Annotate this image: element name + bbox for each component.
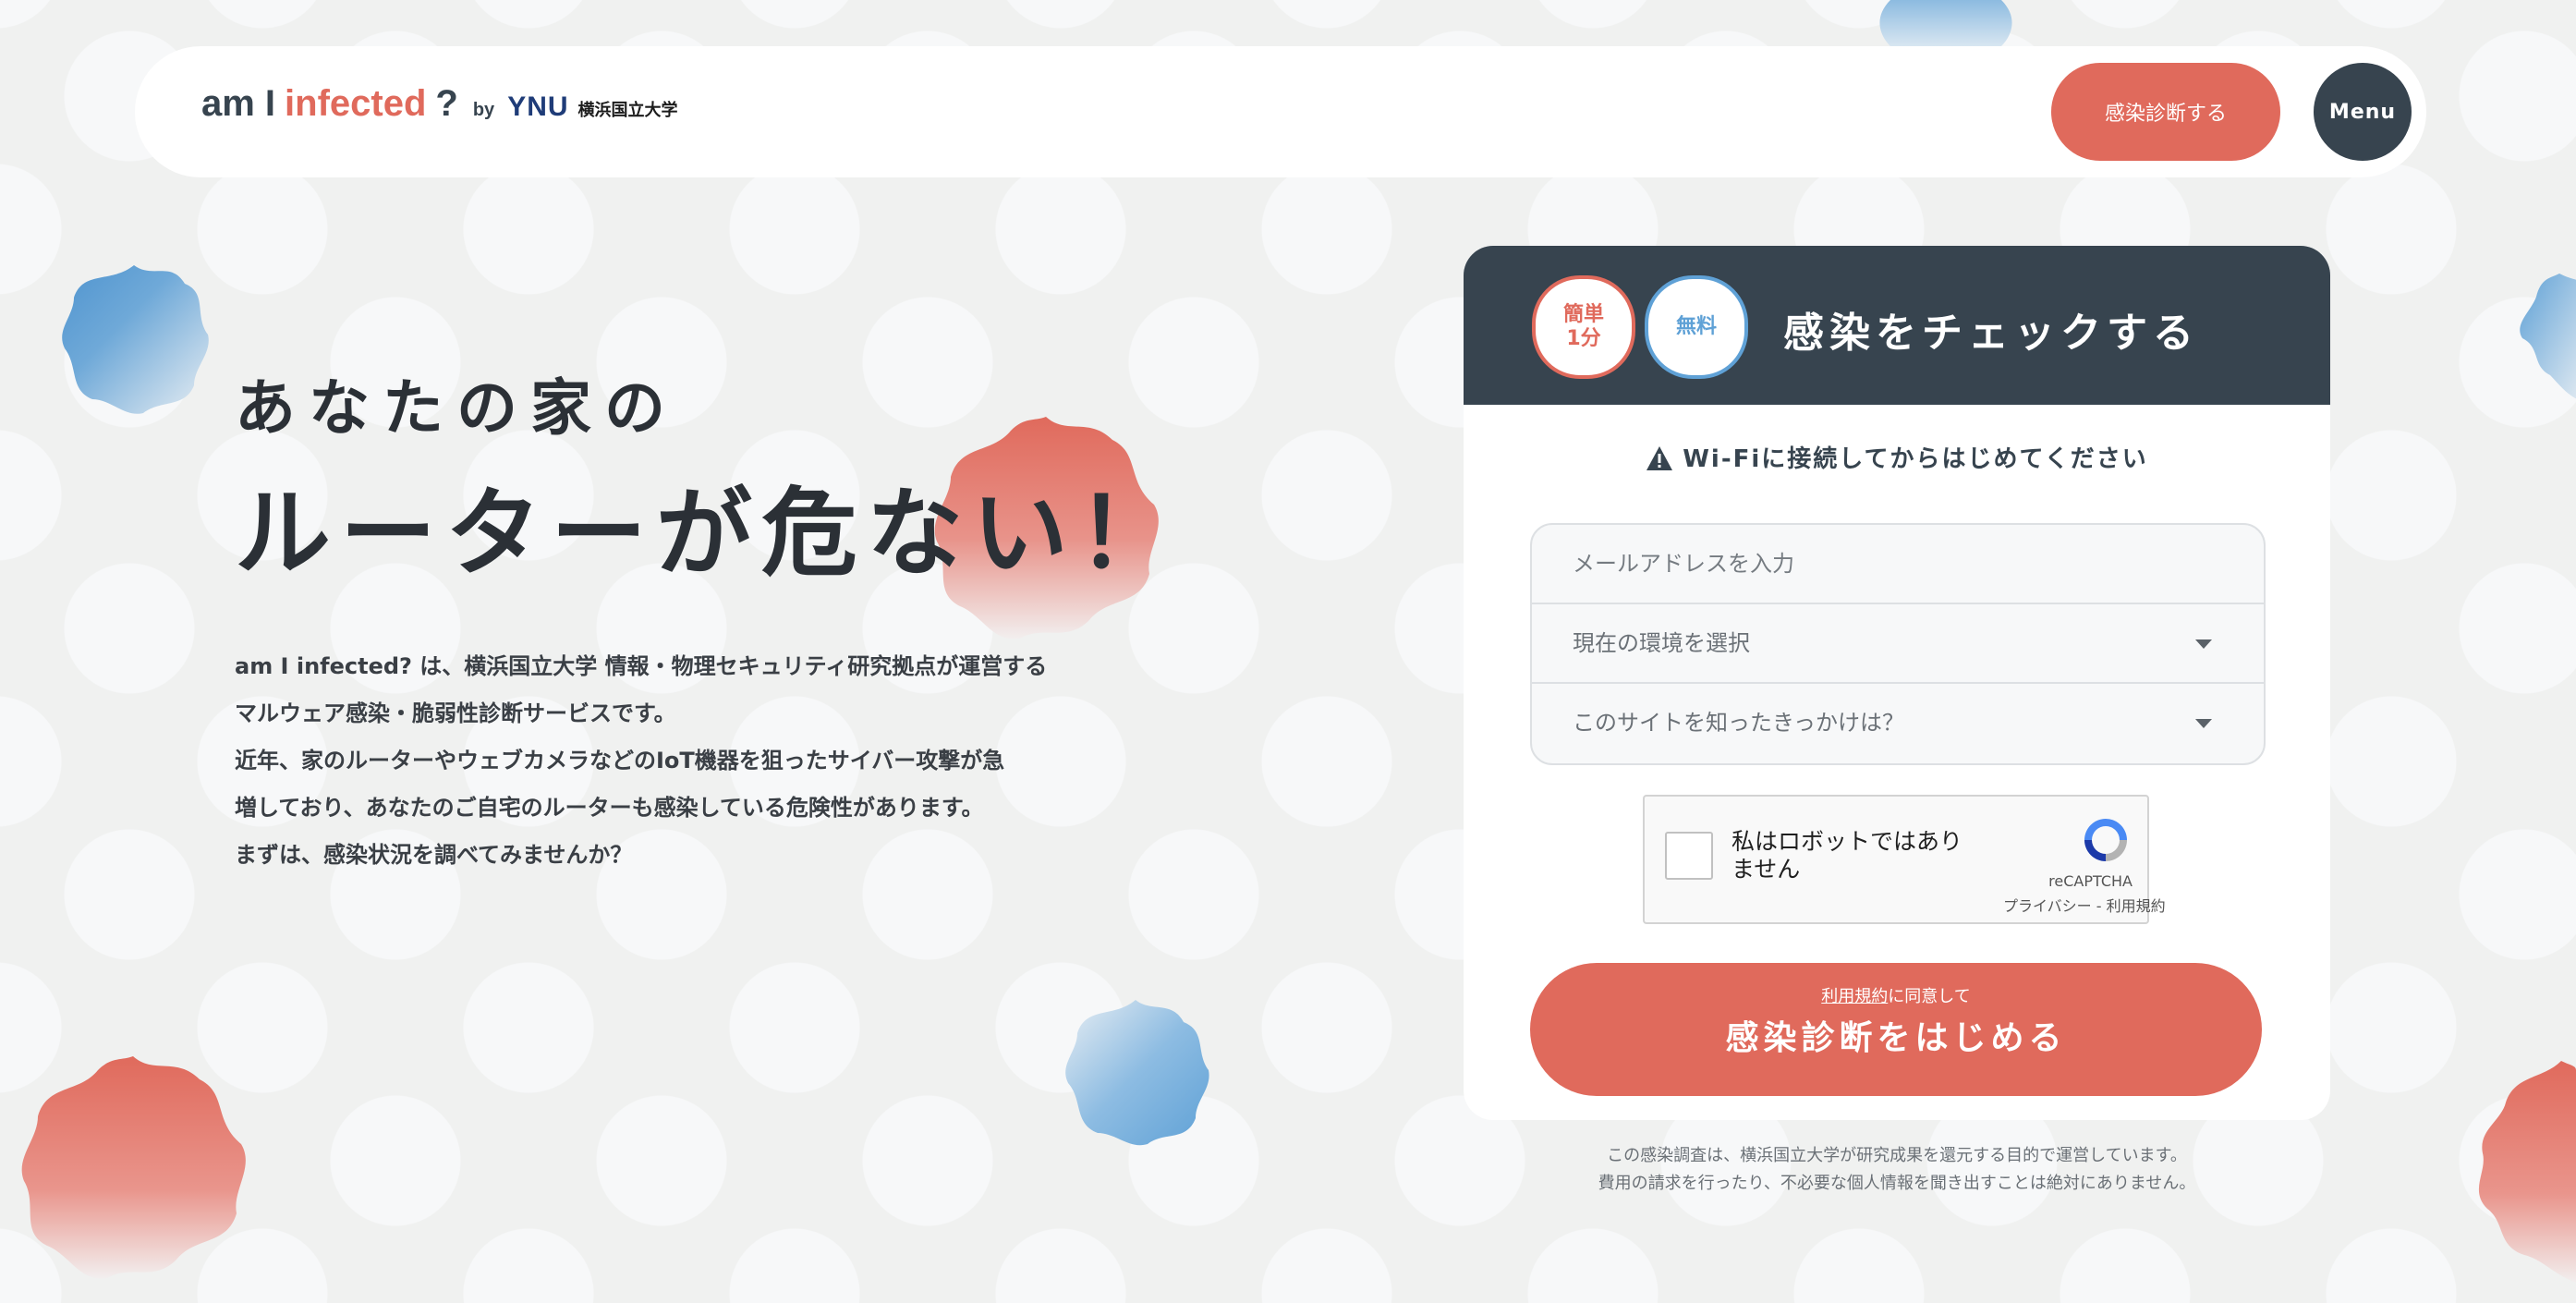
logo-question: ?: [435, 83, 458, 124]
check-card: 簡単 1分 無料 感染をチェックする Wi-Fiに接続してからはじめてください …: [1464, 246, 2330, 1120]
badge-easy-line1: 簡単: [1562, 303, 1604, 326]
logo-by: by: [472, 100, 495, 120]
chevron-down-icon: [2195, 719, 2212, 728]
header-diagnose-button[interactable]: 感染診断する: [2051, 63, 2280, 161]
recaptcha-label: 私はロボットではありません: [1732, 828, 1963, 883]
blob-blue-left: [62, 265, 209, 414]
source-select-value: このサイトを知ったきっかけは？: [1573, 710, 1905, 736]
terms-suffix: に同意して: [1888, 987, 1971, 1006]
blob-red-bottom-left: [21, 1056, 246, 1279]
description-line: am I infected? は、横浜国立大学 情報・物理セキュリティ研究拠点が…: [235, 653, 1048, 679]
university-name: 横浜国立大学: [577, 101, 678, 120]
description-line: マルウェア感染・脆弱性診断サービスです。: [235, 700, 676, 726]
terms-agreement: 利用規約に同意して: [1530, 983, 2262, 1007]
recaptcha-checkbox[interactable]: [1665, 832, 1713, 880]
email-field-row: [1532, 525, 2264, 603]
description-line: 増しており、あなたのご自宅のルーターも感染している危険性があります。: [235, 795, 984, 821]
card-header: 簡単 1分 無料 感染をチェックする: [1464, 246, 2330, 405]
blob-blue-right: [2520, 274, 2576, 399]
recaptcha-links[interactable]: プライバシー - 利用規約: [2003, 894, 2166, 916]
hero-line-1: あなたの家の: [235, 372, 678, 444]
email-input[interactable]: [1573, 525, 2201, 603]
recaptcha-logo: reCAPTCHA プライバシー - 利用規約: [2003, 813, 2166, 916]
environment-select[interactable]: 現在の環境を選択: [1532, 603, 2264, 682]
source-select[interactable]: このサイトを知ったきっかけは？: [1532, 682, 2264, 761]
environment-select-value: 現在の環境を選択: [1573, 630, 1750, 656]
description-line: 近年、家のルーターやウェブカメラなどのIoT機器を狙ったサイバー攻撃が急: [235, 748, 1005, 773]
footer-line: 費用の請求を行ったり、不必要な個人情報を聞き出すことは絶対にありません。: [1598, 1174, 2196, 1193]
recaptcha-widget: 私はロボットではありません reCAPTCHA プライバシー - 利用規約: [1643, 795, 2166, 924]
blob-red-bottom-right: [2478, 1061, 2576, 1283]
badge-free: 無料: [1645, 275, 1748, 379]
chevron-down-icon: [2195, 639, 2212, 649]
wifi-notice: Wi-Fiに接続してからはじめてください: [1464, 440, 2330, 474]
start-diagnosis-label: 感染診断をはじめる: [1725, 1019, 2067, 1057]
badge-easy: 簡単 1分: [1532, 275, 1635, 379]
menu-button[interactable]: Menu: [2314, 63, 2412, 161]
blob-blue-bottom: [1065, 1000, 1209, 1146]
site-header: am I infected ? by YNU 横浜国立大学 感染診断する Men…: [135, 46, 2426, 177]
blob-blue-top: [1879, 0, 2012, 46]
recaptcha-brand: reCAPTCHA: [2048, 872, 2132, 890]
hero-description: am I infected? は、横浜国立大学 情報・物理セキュリティ研究拠点が…: [235, 643, 1066, 879]
start-diagnosis-button[interactable]: 利用規約に同意して 感染診断をはじめる: [1530, 963, 2262, 1096]
footer-note: この感染調査は、横浜国立大学が研究成果を還元する目的で運営しています。 費用の請…: [1464, 1142, 2330, 1198]
site-logo[interactable]: am I infected ? by YNU 横浜国立大学: [201, 83, 678, 139]
card-title: 感染をチェックする: [1783, 310, 2199, 357]
recaptcha-icon: [2084, 819, 2127, 861]
logo-am: am I: [201, 83, 276, 124]
footer-line: この感染調査は、横浜国立大学が研究成果を還元する目的で運営しています。: [1607, 1146, 2187, 1165]
wifi-notice-text: Wi-Fiに接続してからはじめてください: [1683, 445, 2148, 473]
terms-link[interactable]: 利用規約: [1821, 987, 1888, 1006]
hero-line-2: ルーターが危ない！: [235, 477, 1184, 590]
description-line: まずは、感染状況を調べてみませんか？: [235, 842, 633, 868]
warning-icon: [1646, 446, 1673, 470]
ynu-logo: YNU: [507, 91, 569, 122]
check-form: 現在の環境を選択 このサイトを知ったきっかけは？: [1530, 523, 2266, 765]
badge-easy-line2: 1分: [1566, 327, 1601, 350]
logo-infected: infected: [285, 83, 427, 124]
